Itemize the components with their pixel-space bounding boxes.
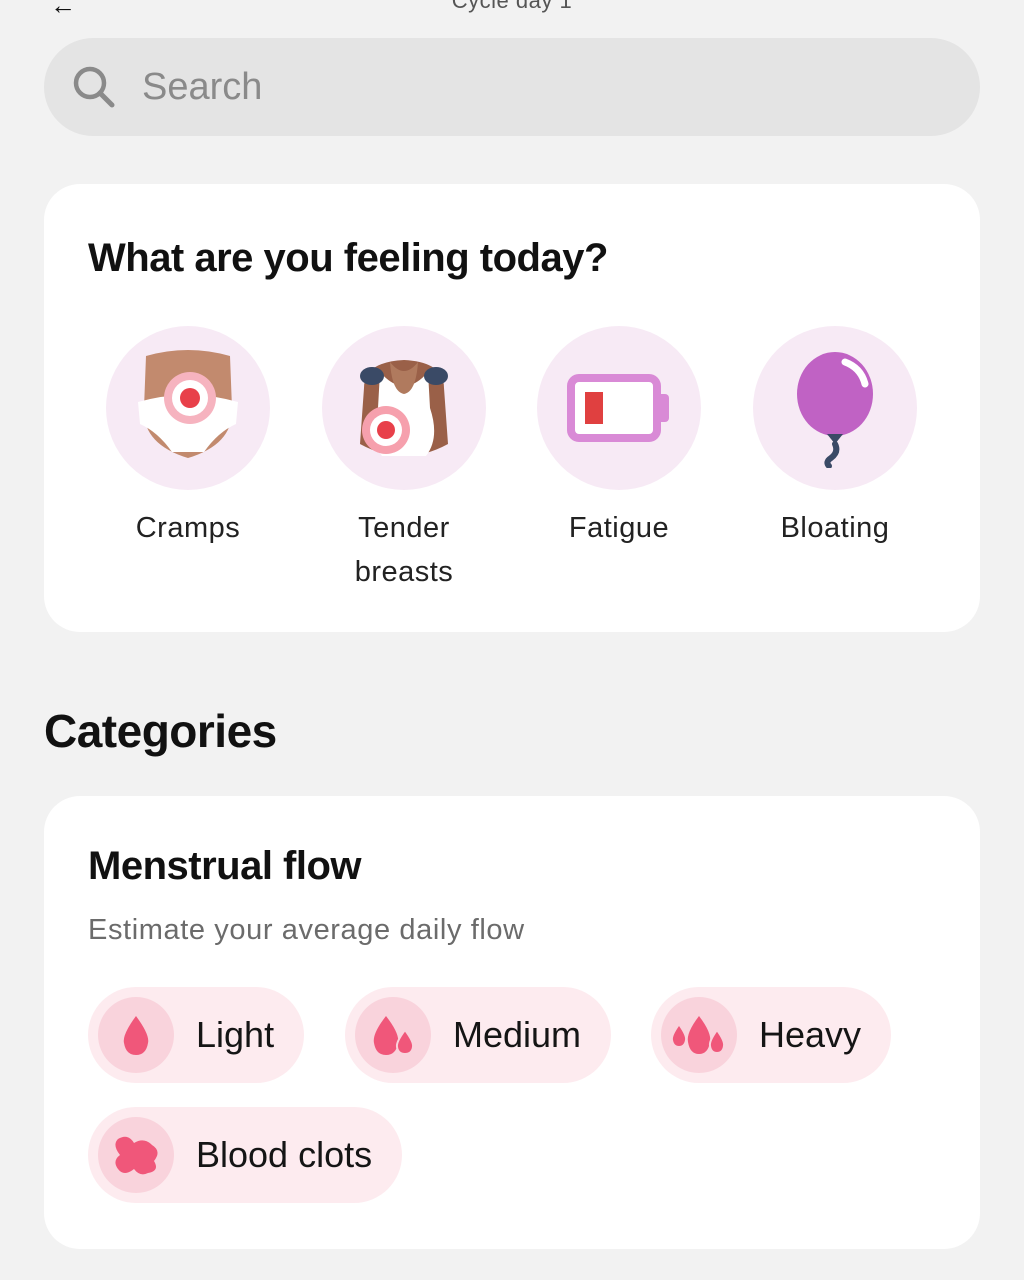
symptom-bloating-circle[interactable] — [753, 326, 917, 490]
tender-breasts-icon — [360, 360, 448, 456]
symptom-cramps-circle[interactable] — [106, 326, 270, 490]
flow-option-heavy[interactable]: Heavy — [651, 987, 892, 1083]
single-drop-icon — [98, 997, 174, 1073]
symptom-tender-breasts-circle[interactable] — [322, 326, 486, 490]
feeling-title: What are you feeling today? — [88, 236, 608, 280]
page: ← Cycle day 1 What are you feeling today… — [0, 0, 1024, 1280]
cycle-day-label: Cycle day 1 — [451, 0, 573, 13]
balloon-icon — [797, 352, 873, 468]
menstrual-flow-subtitle: Estimate your average daily flow — [88, 914, 525, 946]
symptom-label: Fatigue — [568, 512, 670, 544]
symptom-label: Tender breasts — [304, 506, 504, 594]
symptom-fatigue-circle[interactable] — [537, 326, 701, 490]
flow-option-label: Blood clots — [196, 1134, 373, 1175]
symptom-bloating[interactable]: Bloating — [735, 326, 935, 550]
flow-option-blood-clots[interactable]: Blood clots — [88, 1107, 403, 1203]
flow-option-label: Light — [196, 1014, 275, 1055]
symptom-tender-breasts[interactable]: Tender breasts — [304, 326, 504, 594]
flow-option-label: Medium — [453, 1014, 582, 1055]
double-drop-icon — [355, 997, 431, 1073]
low-battery-icon — [567, 374, 669, 442]
cramps-icon — [138, 350, 238, 458]
symptom-cramps[interactable]: Cramps — [88, 326, 288, 550]
top-bar: ← Cycle day 1 — [0, 0, 1024, 20]
search-bar[interactable] — [44, 38, 980, 136]
menstrual-flow-title: Menstrual flow — [88, 844, 362, 888]
triple-drop-icon — [661, 997, 737, 1073]
categories-heading: Categories — [44, 705, 277, 757]
symptom-label-line1: Tender — [358, 512, 450, 544]
search-icon — [73, 66, 115, 108]
menstrual-flow-card: Menstrual flow Estimate your average dai… — [44, 796, 980, 1249]
flow-option-medium[interactable]: Medium — [345, 987, 612, 1083]
flow-option-label: Heavy — [759, 1014, 862, 1055]
search-input[interactable] — [140, 64, 904, 110]
flow-option-light[interactable]: Light — [88, 987, 305, 1083]
symptom-label: Cramps — [135, 512, 241, 544]
symptom-label-line2: breasts — [354, 556, 454, 588]
symptom-fatigue[interactable]: Fatigue — [519, 326, 719, 550]
symptom-label: Bloating — [780, 512, 890, 544]
blood-clot-icon — [98, 1117, 174, 1193]
